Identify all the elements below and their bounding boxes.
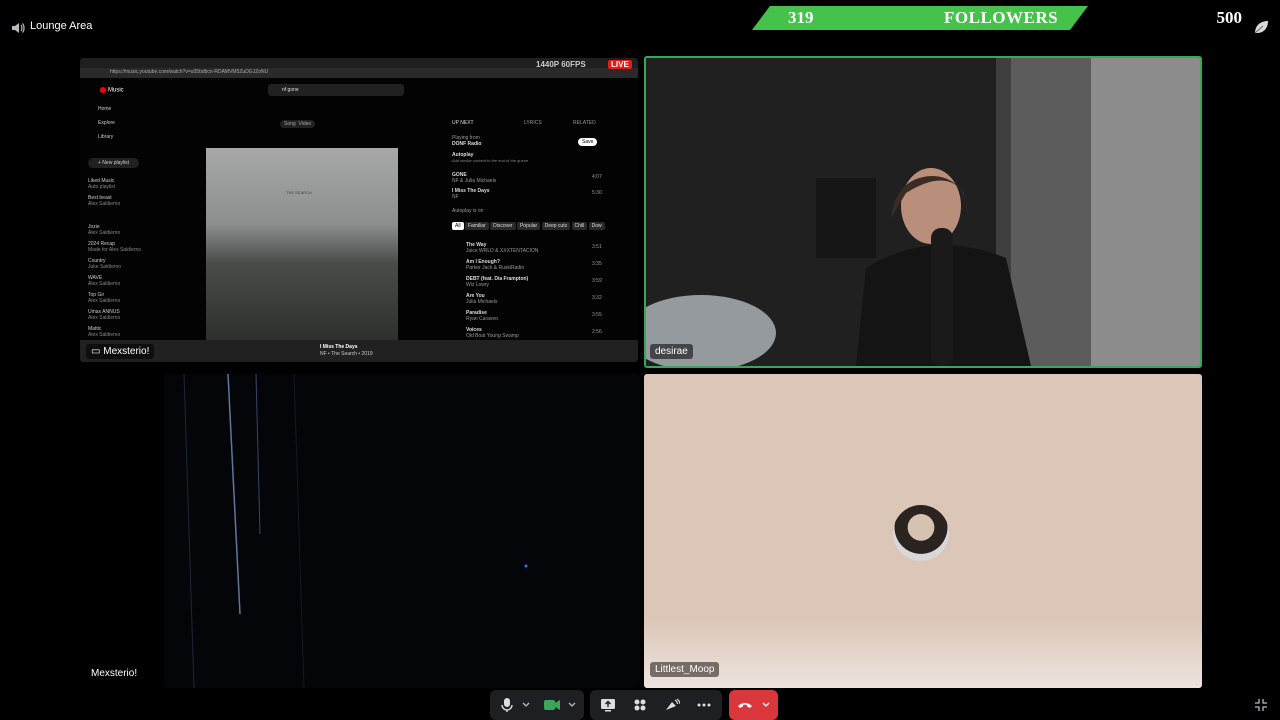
queue-artist: Juice WRLD & XXXTENTACION — [466, 248, 539, 254]
camera-name-tag: desirae — [650, 344, 693, 359]
playlist-sub: Alex Saldierno — [88, 298, 121, 304]
queue-time: 3:35 — [592, 261, 602, 267]
mic-button[interactable] — [498, 690, 516, 720]
playlist-sub: Alex Saldierno — [88, 230, 121, 236]
screen-share-name-tag: ▭ Mexsterio! — [86, 344, 155, 359]
channel-name: Lounge Area — [30, 20, 93, 32]
playlist-sub: Made for Alex Saldierno — [88, 247, 142, 253]
hangup-button[interactable] — [734, 690, 756, 720]
dark-video-tile[interactable] — [164, 374, 640, 688]
soundboard-icon — [666, 698, 680, 710]
queue-time: 3:51 — [592, 244, 602, 250]
screen-share-icon — [601, 699, 615, 712]
radio-name: DONF Radio — [452, 141, 482, 147]
album-art: THE SEARCH — [206, 148, 398, 340]
playlist-sub: Auto playlist — [88, 184, 115, 190]
stream-badge: 1440P 60FPS LIVE — [536, 60, 636, 70]
mic-icon — [501, 698, 513, 712]
camera-feed — [646, 58, 1200, 366]
queue-time: 3:55 — [592, 312, 602, 318]
up-next-queue: UP NEXT LYRICS RELATED Playing from DONF… — [452, 120, 608, 340]
goal-target: 500 — [1216, 8, 1243, 27]
chevron-down-icon — [762, 702, 770, 707]
queue-time: 2:56 — [592, 329, 602, 335]
playlist-sub: Alex Saldierno — [88, 315, 121, 321]
queue-artist: Julia Michaels — [466, 299, 498, 305]
queue-artist: Old Boat Young Swamp — [466, 333, 519, 339]
soundboard-button[interactable] — [660, 690, 684, 720]
autoplay-sub: Add similar content to the end of the qu… — [452, 158, 529, 163]
playlist-sub: Alex Saldierno — [88, 332, 121, 338]
activities-button[interactable] — [628, 690, 652, 720]
chevron-down-icon — [522, 702, 530, 707]
now-playing-sub: NF • The Search • 2019 — [320, 351, 373, 357]
tab-up-next: UP NEXT — [452, 120, 474, 126]
goal-current: 319 — [788, 8, 814, 27]
queue-artist: NF — [452, 194, 459, 200]
save-button: Save — [578, 138, 598, 146]
queue-time: 4:07 — [592, 174, 602, 180]
chip-row: All Familiar Discover Popular Deep cuts … — [452, 222, 605, 230]
user-avatar — [893, 505, 949, 561]
nav-explore: Explore — [98, 120, 115, 126]
activities-icon — [634, 699, 646, 711]
playlist-sub: Juke Saldierno — [88, 264, 122, 270]
music-logo: Music — [100, 87, 124, 94]
nav-library: Library — [98, 134, 114, 140]
more-button[interactable] — [692, 690, 716, 720]
top-bar — [0, 0, 1280, 50]
queue-time: 5:30 — [592, 190, 602, 196]
screen-share-button[interactable] — [596, 690, 620, 720]
new-playlist: + New playlist — [88, 158, 139, 168]
camera-icon — [544, 700, 560, 710]
dark-tile-name-tag: Mexsterio! — [91, 668, 138, 679]
hangup-icon — [738, 703, 752, 708]
tab-related: RELATED — [573, 120, 596, 126]
queue-time: 3:59 — [592, 278, 602, 284]
dark-video-feed — [164, 374, 640, 688]
music-player-bar: I Miss The Days NF • The Search • 2019 — [80, 340, 638, 362]
music-sidebar: Home Explore Library + New playlist Like… — [80, 100, 150, 340]
camera-options-button[interactable] — [566, 690, 578, 720]
queue-artist: Wiz Lowry — [466, 282, 490, 288]
queue-artist: Parker Jack & RuskiRadio — [466, 265, 525, 271]
hangup-options-button[interactable] — [760, 690, 772, 720]
tab-lyrics: LYRICS — [524, 120, 542, 126]
avatar-name-tag: Littlest_Moop — [650, 662, 720, 677]
playlist-sub: Alex Saldierno — [88, 201, 121, 207]
music-search-box: nf gone — [268, 84, 404, 96]
exit-fullscreen-icon — [1255, 699, 1267, 711]
song-video-toggle: Song Video — [280, 120, 316, 128]
camera-button[interactable] — [540, 690, 564, 720]
exit-fullscreen-button[interactable] — [1252, 690, 1270, 720]
more-icon — [697, 703, 711, 707]
screen-icon: ▭ — [91, 346, 101, 357]
speaker-icon — [12, 23, 25, 33]
queue-time: 3:32 — [592, 295, 602, 301]
queue-artist: Ryan Caraveo — [466, 316, 498, 322]
chevron-down-icon — [568, 702, 576, 707]
queue-artist: NF & Julia Michaels — [452, 178, 497, 184]
mic-options-button[interactable] — [520, 690, 532, 720]
autoplay-on: Autoplay is on — [452, 208, 484, 214]
playlist-sub: Alex Saldierno — [88, 281, 121, 287]
nav-home: Home — [98, 106, 112, 112]
camera-tile-desirae[interactable]: desirae — [644, 56, 1202, 368]
resolution-badge: 1440P 60FPS — [536, 60, 586, 69]
live-badge: LIVE — [608, 60, 632, 69]
screen-share-tile[interactable]: https://music.youtube.com/watch?v=u05bdb… — [80, 58, 638, 362]
now-playing-title: I Miss The Days — [320, 344, 358, 350]
leaf-logo-icon — [1254, 21, 1268, 34]
goal-label: FOLLOWERS — [944, 8, 1059, 27]
